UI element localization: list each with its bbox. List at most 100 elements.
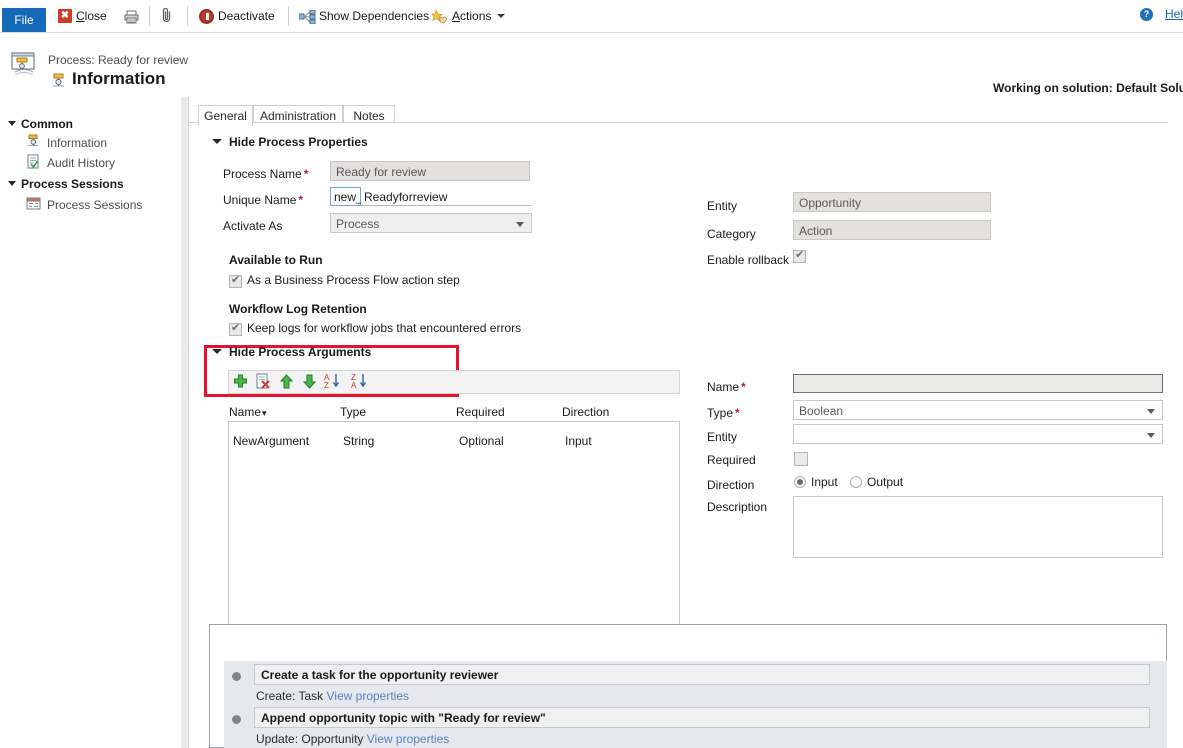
cell-name: NewArgument [233, 434, 309, 448]
sidebar-item-process-sessions[interactable]: Process Sessions [26, 196, 142, 214]
step-bullet-icon-2[interactable] [232, 715, 241, 724]
delete-argument-button[interactable] [255, 373, 273, 391]
view-properties-link-1[interactable]: View properties [327, 689, 410, 703]
right-gutter [1168, 97, 1183, 748]
deactivate-icon [199, 9, 214, 24]
argument-type-select[interactable]: Boolean [793, 400, 1163, 420]
argument-entity-label: Entity [707, 430, 737, 444]
deactivate-button[interactable]: Deactivate [199, 5, 275, 27]
nav-group-common[interactable]: Common [8, 117, 73, 131]
unique-name-label: Unique Name* [223, 193, 303, 207]
sort-indicator-icon: ▾ [262, 408, 267, 418]
column-header-direction[interactable]: Direction [562, 405, 609, 419]
activate-as-select[interactable]: Process [330, 213, 532, 233]
column-header-name[interactable]: Name▾ [229, 405, 267, 419]
activate-as-label: Activate As [223, 219, 282, 233]
actions-menu-button[interactable]: Actions [432, 5, 505, 27]
workflow-step-meta-2: Update: Opportunity View properties [256, 732, 449, 746]
sidebar-item-information[interactable]: Information [26, 134, 107, 152]
view-properties-link-2[interactable]: View properties [367, 732, 450, 746]
file-tab[interactable]: File [2, 8, 46, 33]
step-target-2: Opportunity [301, 732, 363, 746]
solution-context-label: Working on solution: Default Solutio [993, 81, 1183, 95]
nav-group-process-sessions[interactable]: Process Sessions [8, 177, 124, 191]
information-icon [50, 73, 67, 90]
show-dependencies-label: Show Dependencies [319, 5, 429, 27]
tab-strip: General Administration Notes [189, 101, 1183, 123]
sidebar-item-information-label: Information [47, 136, 107, 150]
hide-process-properties-toggle[interactable]: Hide Process Properties [212, 135, 368, 149]
argument-entity-select[interactable] [793, 424, 1163, 444]
actions-icon [432, 9, 448, 24]
step-target-1: Task [298, 689, 323, 703]
form-content: General Administration Notes Hide Proces… [189, 97, 1183, 748]
required-marker-3: * [741, 380, 746, 394]
step-action-2: Update: [256, 732, 298, 746]
close-button[interactable]: ✖ Close [58, 5, 107, 27]
help-link[interactable]: Hel [1165, 7, 1183, 21]
column-header-required[interactable]: Required [456, 405, 505, 419]
close-x-icon: ✖ [58, 9, 72, 23]
argument-type-label: Type* [707, 406, 740, 420]
dependencies-icon [299, 9, 315, 23]
process-icon [26, 134, 41, 152]
process-name-input[interactable]: Ready for review [330, 161, 530, 181]
move-up-button[interactable] [278, 373, 296, 391]
page-title: Information [72, 69, 166, 89]
argument-direction-label: Direction [707, 478, 754, 492]
log-retention-heading: Workflow Log Retention [229, 302, 367, 316]
sidebar-item-audit-history-label: Audit History [47, 156, 115, 170]
argument-name-input[interactable] [793, 374, 1163, 393]
step-action-1: Create: [256, 689, 295, 703]
paperclip-icon [161, 7, 173, 23]
hide-process-arguments-toggle[interactable]: Hide Process Arguments [212, 345, 371, 359]
tab-general[interactable]: General [198, 105, 253, 126]
print-button[interactable] [124, 5, 139, 27]
required-marker: * [304, 167, 309, 181]
chevron-down-icon-properties [212, 139, 222, 144]
keep-logs-checkbox[interactable] [229, 323, 242, 336]
workflow-steps-body: Create a task for the opportunity review… [224, 661, 1167, 748]
column-header-type[interactable]: Type [340, 405, 366, 419]
add-argument-button[interactable] [232, 373, 250, 391]
toolbar-separator-2 [187, 6, 188, 26]
actions-button-label: Actions [452, 5, 491, 27]
help-icon: ? [1140, 8, 1153, 21]
workflow-step-title-2[interactable]: Append opportunity topic with "Ready for… [254, 707, 1150, 728]
chevron-down-icon-arguments [212, 349, 222, 354]
audit-icon [26, 154, 41, 172]
toolbar-separator [149, 6, 150, 26]
svg-text:A: A [351, 381, 357, 390]
show-dependencies-button[interactable]: Show Dependencies [299, 5, 429, 27]
move-down-button[interactable] [301, 373, 319, 391]
unique-name-prefix: new_ [330, 187, 361, 206]
general-tab-panel: Hide Process Properties Process Name* Re… [189, 123, 1183, 748]
step-bullet-icon[interactable] [232, 672, 241, 681]
workflow-step-title-1[interactable]: Create a task for the opportunity review… [254, 664, 1150, 685]
process-arguments-toolbar: A Z Z A [228, 370, 680, 394]
nav-edge-strip [181, 97, 188, 748]
command-bar: File ✖ Close [0, 0, 1183, 33]
collapse-triangle-icon-2 [8, 181, 16, 186]
activate-as-value: Process [336, 217, 379, 231]
direction-input-radio[interactable] [794, 476, 806, 488]
argument-required-label: Required [707, 453, 756, 467]
entity-label: Entity [707, 199, 737, 213]
hide-process-arguments-label: Hide Process Arguments [229, 345, 371, 359]
unique-name-input[interactable]: Readyforreview [361, 187, 531, 206]
chevron-down-icon-entity [1147, 433, 1155, 438]
argument-description-textarea[interactable] [793, 496, 1163, 558]
attach-button[interactable] [161, 4, 173, 26]
toolbar-separator-3 [288, 6, 289, 26]
workflow-steps-panel: Create a task for the opportunity review… [209, 624, 1167, 748]
bpf-action-step-checkbox[interactable] [229, 275, 242, 288]
sort-az-button[interactable]: A Z [324, 372, 346, 390]
enable-rollback-checkbox[interactable] [793, 250, 806, 263]
sidebar-item-audit-history[interactable]: Audit History [26, 154, 115, 172]
argument-required-checkbox[interactable] [794, 452, 808, 466]
process-name-label: Process Name* [223, 167, 308, 181]
close-button-label: Close [76, 5, 107, 27]
direction-output-radio[interactable] [850, 476, 862, 488]
sort-za-button[interactable]: Z A [351, 372, 373, 390]
enable-rollback-label: Enable rollback [707, 253, 789, 267]
